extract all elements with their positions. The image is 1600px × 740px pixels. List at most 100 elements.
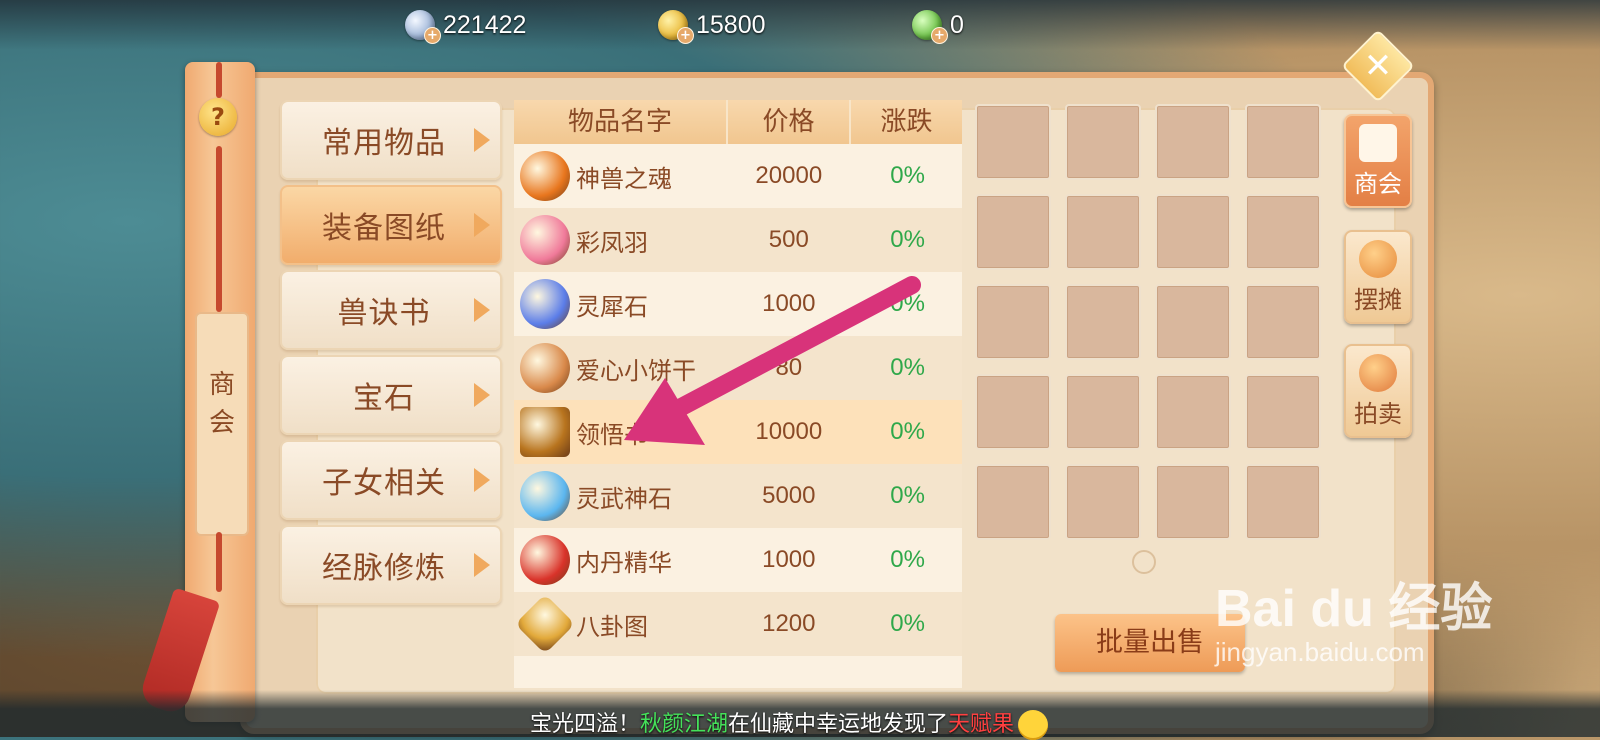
inventory-slot[interactable] bbox=[975, 284, 1051, 360]
banner-cord bbox=[216, 62, 222, 98]
jade-currency[interactable]: + 0 bbox=[912, 8, 964, 44]
table-header: 物品名字 价格 涨跌 bbox=[514, 100, 962, 144]
page-indicator bbox=[1132, 550, 1156, 574]
item-change: 0% bbox=[890, 354, 925, 381]
category-common-items[interactable]: 常用物品 bbox=[280, 100, 502, 180]
help-icon[interactable]: ? bbox=[199, 98, 237, 136]
item-name: 彩凤羽 bbox=[576, 228, 648, 257]
arrow-right-icon bbox=[474, 298, 490, 322]
category-gems[interactable]: 宝石 bbox=[280, 355, 502, 435]
inventory-slot[interactable] bbox=[975, 464, 1051, 540]
inventory-slot[interactable] bbox=[1155, 194, 1231, 270]
broadcast-part: 在仙藏中幸运地发现了 bbox=[728, 712, 949, 737]
table-row-partial[interactable] bbox=[514, 656, 962, 688]
category-equipment-blueprints[interactable]: 装备图纸 bbox=[280, 185, 502, 265]
tab-guild[interactable]: 商会 bbox=[1344, 114, 1412, 208]
inventory-slot[interactable] bbox=[1065, 374, 1141, 450]
silver-value: 221422 bbox=[443, 10, 527, 39]
tab-label: 摆摊 bbox=[1354, 286, 1402, 314]
gold-currency[interactable]: + 15800 bbox=[658, 8, 766, 44]
inventory-slot[interactable] bbox=[1155, 374, 1231, 450]
inventory-slot[interactable] bbox=[1155, 104, 1231, 180]
add-icon[interactable]: + bbox=[931, 27, 948, 44]
inventory-slot[interactable] bbox=[1245, 374, 1321, 450]
item-price: 500 bbox=[768, 226, 809, 253]
tab-stall[interactable]: 摆摊 bbox=[1344, 230, 1412, 324]
table-row[interactable]: 彩凤羽 500 0% bbox=[514, 208, 962, 272]
watermark-url: jingyan.baidu.com bbox=[1215, 637, 1425, 667]
banner-cord bbox=[216, 146, 222, 312]
category-label: 子女相关 bbox=[322, 466, 446, 501]
header-name: 物品名字 bbox=[568, 107, 673, 137]
inventory-slot[interactable] bbox=[1245, 104, 1321, 180]
item-price: 1000 bbox=[762, 546, 816, 573]
inventory-slot[interactable] bbox=[975, 374, 1051, 450]
category-beast-skill-books[interactable]: 兽诀书 bbox=[280, 270, 502, 350]
add-icon[interactable]: + bbox=[677, 27, 694, 44]
broadcast-item[interactable]: 天赋果 bbox=[948, 712, 1014, 737]
tab-label: 拍卖 bbox=[1354, 400, 1402, 428]
item-name: 内丹精华 bbox=[576, 548, 672, 577]
table-row[interactable]: 爱心小饼干 80 0% bbox=[514, 336, 962, 400]
banner-title-char: 会 bbox=[208, 408, 235, 438]
inventory-slot[interactable] bbox=[1065, 284, 1141, 360]
inventory-grid bbox=[975, 104, 1335, 540]
table-row[interactable]: 八卦图 1200 0% bbox=[514, 592, 962, 656]
arrow-right-icon bbox=[474, 213, 490, 237]
item-change: 0% bbox=[890, 610, 925, 637]
war-stone-icon bbox=[520, 471, 570, 521]
item-price: 10000 bbox=[755, 418, 823, 445]
inventory-slot[interactable] bbox=[1245, 284, 1321, 360]
table-row[interactable]: 领悟书 10000 0% bbox=[514, 400, 962, 464]
side-banner: ? 商 会 bbox=[137, 62, 255, 722]
category-label: 宝石 bbox=[353, 381, 415, 416]
add-icon[interactable]: + bbox=[424, 27, 441, 44]
arrow-right-icon bbox=[474, 128, 490, 152]
category-label: 常用物品 bbox=[322, 126, 446, 161]
item-change: 0% bbox=[890, 482, 925, 509]
spirit-stone-icon bbox=[520, 279, 570, 329]
watermark-brand: Bai du 经验 bbox=[1215, 580, 1493, 638]
arrow-right-icon bbox=[474, 468, 490, 492]
inventory-slot[interactable] bbox=[1155, 464, 1231, 540]
inventory-slot[interactable] bbox=[1245, 464, 1321, 540]
item-price: 5000 bbox=[762, 482, 816, 509]
banner-cord bbox=[216, 532, 222, 592]
item-change: 0% bbox=[890, 162, 925, 189]
arrow-right-icon bbox=[474, 553, 490, 577]
category-label: 经脉修炼 bbox=[322, 551, 446, 586]
inventory-slot[interactable] bbox=[1065, 194, 1141, 270]
category-label: 兽诀书 bbox=[337, 296, 431, 331]
category-children[interactable]: 子女相关 bbox=[280, 440, 502, 520]
item-name: 神兽之魂 bbox=[576, 164, 672, 193]
item-price: 80 bbox=[775, 354, 803, 381]
item-table: 物品名字 价格 涨跌 神兽之魂 20000 0% 彩凤羽 500 0% 灵犀石 … bbox=[514, 100, 962, 688]
beast-soul-icon bbox=[520, 151, 570, 201]
guild-icon bbox=[1359, 124, 1397, 162]
bagua-icon bbox=[514, 593, 576, 655]
table-row[interactable]: 灵武神石 5000 0% bbox=[514, 464, 962, 528]
item-change: 0% bbox=[890, 290, 925, 317]
item-price: 1000 bbox=[762, 290, 816, 317]
table-row[interactable]: 神兽之魂 20000 0% bbox=[514, 144, 962, 208]
broadcast-player[interactable]: 秋颜江湖 bbox=[640, 712, 728, 737]
header-price: 价格 bbox=[726, 100, 849, 144]
table-row[interactable]: 内丹精华 1000 0% bbox=[514, 528, 962, 592]
table-row[interactable]: 灵犀石 1000 0% bbox=[514, 272, 962, 336]
inventory-slot[interactable] bbox=[975, 104, 1051, 180]
inventory-slot[interactable] bbox=[975, 194, 1051, 270]
item-name: 爱心小饼干 bbox=[576, 356, 696, 385]
inventory-slot[interactable] bbox=[1245, 194, 1321, 270]
inventory-slot[interactable] bbox=[1155, 284, 1231, 360]
item-change: 0% bbox=[890, 418, 925, 445]
item-name: 灵犀石 bbox=[576, 292, 648, 321]
inventory-slot[interactable] bbox=[1065, 464, 1141, 540]
tab-auction[interactable]: 拍卖 bbox=[1344, 344, 1412, 438]
banner-title: 商 会 bbox=[195, 312, 249, 536]
silver-currency[interactable]: + 221422 bbox=[405, 8, 527, 44]
inventory-slot[interactable] bbox=[1065, 104, 1141, 180]
stall-icon bbox=[1359, 240, 1397, 278]
category-meridian-training[interactable]: 经脉修炼 bbox=[280, 525, 502, 605]
broadcast-part: 宝光四溢！ bbox=[530, 712, 641, 737]
item-price: 20000 bbox=[755, 162, 823, 189]
